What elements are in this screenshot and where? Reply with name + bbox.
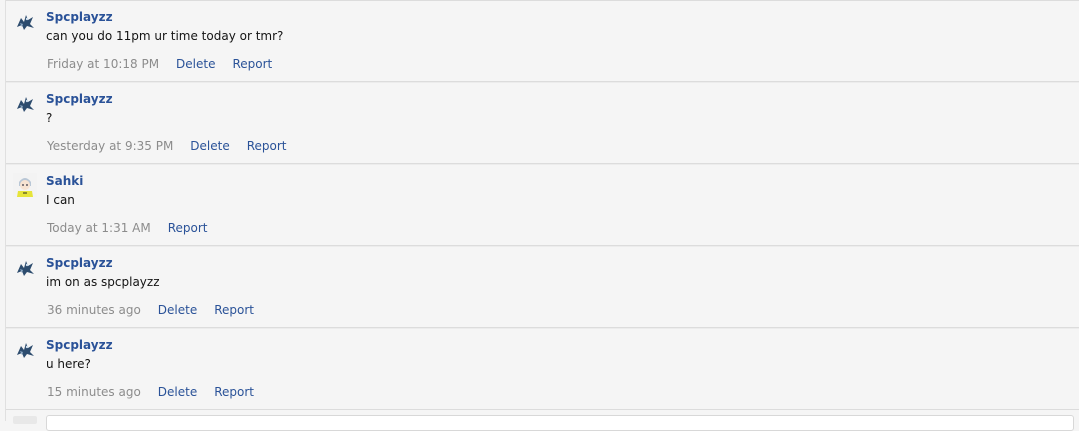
message-text: I can [46,193,75,207]
message-meta: Friday at 10:18 PM Delete Report [47,57,289,71]
dragon-avatar-icon[interactable] [13,91,37,115]
delete-link[interactable]: Delete [158,303,197,317]
message-text: can you do 11pm ur time today or tmr? [46,29,284,43]
avatar [13,416,37,424]
report-link[interactable]: Report [232,57,272,71]
report-link[interactable]: Report [168,221,208,235]
timestamp-link[interactable]: 15 minutes ago [47,385,141,399]
message-text: u here? [46,357,91,371]
reply-input[interactable] [46,415,1074,431]
anime-avatar-icon[interactable] [13,173,37,197]
report-link[interactable]: Report [214,385,254,399]
message-item: Spcplayzz can you do 11pm ur time today … [6,0,1079,82]
dragon-avatar-icon[interactable] [13,9,37,33]
username-link[interactable]: Spcplayzz [46,10,113,24]
report-link[interactable]: Report [247,139,287,153]
message-text: im on as spcplayzz [46,275,160,289]
message-meta: 15 minutes ago Delete Report [47,385,271,399]
username-link[interactable]: Sahki [46,174,83,188]
message-meta: Yesterday at 9:35 PM Delete Report [47,139,304,153]
username-link[interactable]: Spcplayzz [46,338,113,352]
report-link[interactable]: Report [214,303,254,317]
timestamp-link[interactable]: Today at 1:31 AM [47,221,151,235]
reply-composer [6,410,1079,431]
timestamp-link[interactable]: Friday at 10:18 PM [47,57,159,71]
message-item: Spcplayzz u here? 15 minutes ago Delete … [6,328,1079,410]
dragon-avatar-icon[interactable] [13,337,37,361]
delete-link[interactable]: Delete [158,385,197,399]
message-item: Spcplayzz ? Yesterday at 9:35 PM Delete … [6,82,1079,164]
username-link[interactable]: Spcplayzz [46,92,113,106]
delete-link[interactable]: Delete [190,139,229,153]
username-link[interactable]: Spcplayzz [46,256,113,270]
delete-link[interactable]: Delete [176,57,215,71]
message-thread: Spcplayzz can you do 11pm ur time today … [5,0,1079,431]
message-meta: Today at 1:31 AM Report [47,221,225,235]
timestamp-link[interactable]: Yesterday at 9:35 PM [47,139,173,153]
message-meta: 36 minutes ago Delete Report [47,303,271,317]
timestamp-link[interactable]: 36 minutes ago [47,303,141,317]
message-item: Spcplayzz im on as spcplayzz 36 minutes … [6,246,1079,328]
dragon-avatar-icon[interactable] [13,255,37,279]
message-item: Sahki I can Today at 1:31 AM Report [6,164,1079,246]
message-text: ? [46,111,53,125]
